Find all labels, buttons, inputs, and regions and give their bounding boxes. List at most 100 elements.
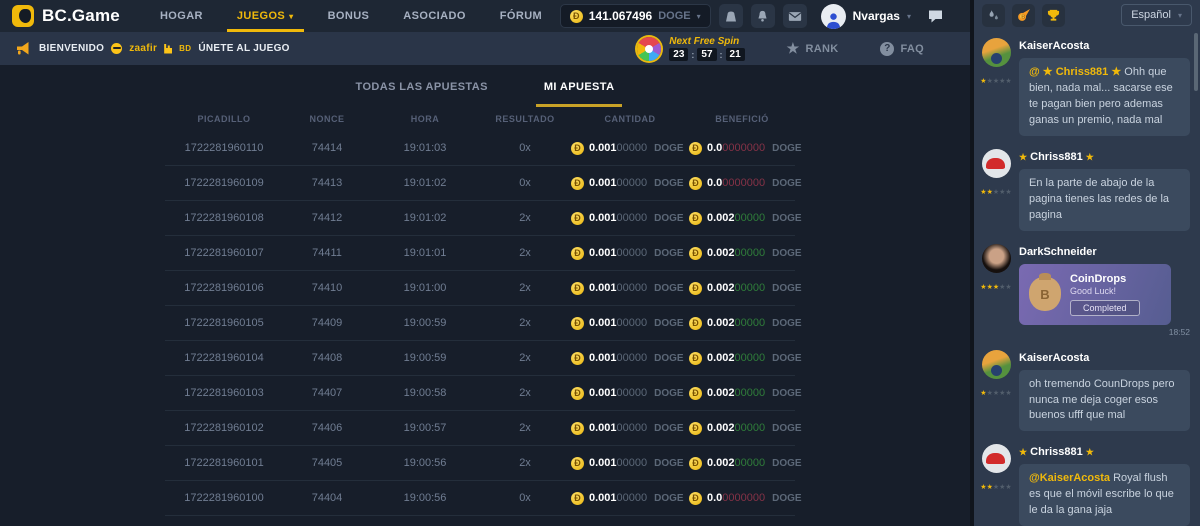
doge-coin-icon: Ð	[571, 422, 584, 435]
chat-username[interactable]: DarkSchneider	[1019, 246, 1190, 258]
cell-profit: Ð0.00200000DOGE	[689, 422, 795, 435]
notifications-button[interactable]	[751, 4, 775, 28]
nav-item-label: HOGAR	[160, 10, 203, 22]
avatar[interactable]	[982, 350, 1011, 379]
chat-message: ★★★★★ DarkSchneider BCoinDropsGood Luck!Co…	[981, 244, 1190, 337]
cell-result: 2x	[479, 387, 571, 399]
cell-result: 0x	[479, 492, 571, 504]
top-nav: BC.Game HOGAR JUEGOS▾ BONUS ASOCIADO FÓRUM Ð…	[0, 0, 970, 32]
doge-coin-icon: Ð	[689, 422, 702, 435]
tab-0[interactable]: TODAS LAS APUESTAS	[354, 77, 490, 107]
chat-username[interactable]: ★ Chriss881 ★	[1019, 446, 1190, 458]
doge-coin-icon: Ð	[571, 247, 584, 260]
table-row[interactable]: 17222819601087441219:01:022xÐ0.00100000D…	[165, 201, 795, 236]
chevron-down-icon: ▾	[697, 12, 701, 21]
welcome-message: BIENVENIDO zaafir BD ÚNETE AL JUEGO	[16, 41, 290, 56]
avatar[interactable]	[982, 244, 1011, 273]
star-icon: ★	[1086, 447, 1094, 457]
doge-coin-icon: Ð	[571, 282, 584, 295]
chat-username[interactable]: ★ Chriss881 ★	[1019, 151, 1190, 163]
megaphone-icon	[16, 41, 32, 56]
table-row[interactable]: 17222819601007440419:00:560xÐ0.00100000D…	[165, 481, 795, 516]
tab-1[interactable]: MI APUESTA	[542, 77, 617, 107]
avatar[interactable]	[982, 149, 1011, 178]
bc-game-logo[interactable]: BC.Game	[12, 5, 120, 27]
table-row[interactable]: 17222819601077441119:01:012xÐ0.00100000D…	[165, 236, 795, 271]
coin-drops-button[interactable]	[982, 4, 1005, 27]
cell-hash: 1722281960104	[165, 352, 283, 364]
nav-item-0[interactable]: HOGAR	[160, 0, 203, 32]
cell-result: 2x	[479, 422, 571, 434]
cell-result: 2x	[479, 247, 571, 259]
svg-text:B: B	[1021, 14, 1025, 20]
welcome-banner: BIENVENIDO zaafir BD ÚNETE AL JUEGO Next…	[0, 32, 970, 65]
chat-messages: ★★★★★KaiserAcosta@ ★ Chriss881 ★ Ohh que…	[974, 25, 1200, 526]
table-row[interactable]: 17222819601047440819:00:592xÐ0.00100000D…	[165, 341, 795, 376]
chat-scrollbar[interactable]	[1194, 33, 1198, 91]
table-row[interactable]: 17222819601057440919:00:592xÐ0.00100000D…	[165, 306, 795, 341]
cell-time: 19:00:56	[371, 492, 479, 504]
cell-nonce: 74411	[283, 247, 371, 259]
welcome-username[interactable]: zaafir	[129, 43, 157, 54]
trophy-icon	[1047, 9, 1060, 22]
user-menu[interactable]: Nvargas ▾	[821, 4, 911, 29]
table-row[interactable]: 17222819601097441319:01:020xÐ0.00100000D…	[165, 166, 795, 201]
balance-amount: 141.067496	[589, 9, 652, 23]
rank-link[interactable]: ★ RANK	[787, 40, 839, 57]
cell-nonce: 74406	[283, 422, 371, 434]
timer-seconds: 21	[726, 48, 745, 61]
star-icon: ★	[1019, 447, 1027, 457]
doge-coin-icon: Ð	[571, 352, 584, 365]
crash-button[interactable]: B	[1012, 4, 1035, 27]
bets-table: PICADILLONONCEHORARESULTADOCANTIDADBENEF…	[165, 107, 795, 516]
cell-profit: Ð0.00200000DOGE	[689, 317, 795, 330]
rating-star-icon: ★	[1005, 189, 1011, 196]
balance-selector[interactable]: Ð 141.067496 DOGE ▾	[560, 4, 711, 28]
doge-coin-icon: Ð	[571, 387, 584, 400]
faq-link[interactable]: ? FAQ	[880, 42, 924, 56]
messages-button[interactable]	[783, 4, 807, 28]
cell-hash: 1722281960105	[165, 317, 283, 329]
table-row[interactable]: 17222819601017440519:00:562xÐ0.00100000D…	[165, 446, 795, 481]
nav-item-4[interactable]: FÓRUM	[500, 0, 542, 32]
free-spin-widget[interactable]: Next Free Spin 23:57:21	[637, 36, 744, 61]
wallet-button[interactable]	[719, 4, 743, 28]
mention[interactable]: @ ★ Chriss881 ★	[1029, 66, 1121, 78]
rating-star-icon: ★	[1005, 390, 1011, 397]
table-row[interactable]: 17222819601027440619:00:572xÐ0.00100000D…	[165, 411, 795, 446]
language-selector[interactable]: Español ▾	[1121, 4, 1192, 26]
chat-message: ★★★★★KaiserAcosta@ ★ Chriss881 ★ Ohh que…	[981, 38, 1190, 136]
nav-item-2[interactable]: BONUS	[328, 0, 370, 32]
balance-currency: DOGE	[658, 10, 690, 22]
cell-nonce: 74408	[283, 352, 371, 364]
chat-username[interactable]: KaiserAcosta	[1019, 352, 1190, 364]
mail-icon	[788, 11, 802, 22]
column-header: BENEFICIÓ	[689, 114, 795, 124]
cell-result: 2x	[479, 317, 571, 329]
user-rating-stars: ★★★★★	[980, 476, 1011, 494]
chat-username[interactable]: KaiserAcosta	[1019, 40, 1190, 52]
cell-amount: Ð0.00100000DOGE	[571, 422, 689, 435]
chat-toggle-button[interactable]	[927, 9, 944, 24]
coindrops-card[interactable]: BCoinDropsGood Luck!Completed	[1019, 264, 1171, 325]
table-body: 17222819601107441419:01:030xÐ0.00100000D…	[165, 131, 795, 516]
cell-result: 0x	[479, 177, 571, 189]
chat-user-meta: ★★★★★	[981, 244, 1011, 337]
timer-minutes: 57	[697, 48, 716, 61]
avatar[interactable]	[982, 444, 1011, 473]
cell-hash: 1722281960107	[165, 247, 283, 259]
completed-button[interactable]: Completed	[1070, 300, 1140, 316]
nav-item-1[interactable]: JUEGOS▾	[237, 0, 294, 32]
cell-time: 19:00:56	[371, 457, 479, 469]
cell-hash: 1722281960103	[165, 387, 283, 399]
table-row[interactable]: 17222819601037440719:00:582xÐ0.00100000D…	[165, 376, 795, 411]
avatar[interactable]	[982, 38, 1011, 67]
cell-nonce: 74404	[283, 492, 371, 504]
leaderboard-button[interactable]	[1042, 4, 1065, 27]
nav-item-3[interactable]: ASOCIADO	[403, 0, 465, 32]
table-row[interactable]: 17222819601067441019:01:002xÐ0.00100000D…	[165, 271, 795, 306]
table-row[interactable]: 17222819601107441419:01:030xÐ0.00100000D…	[165, 131, 795, 166]
cell-hash: 1722281960101	[165, 457, 283, 469]
mention[interactable]: @KaiserAcosta	[1029, 472, 1110, 484]
country-badge: BD	[179, 44, 191, 53]
